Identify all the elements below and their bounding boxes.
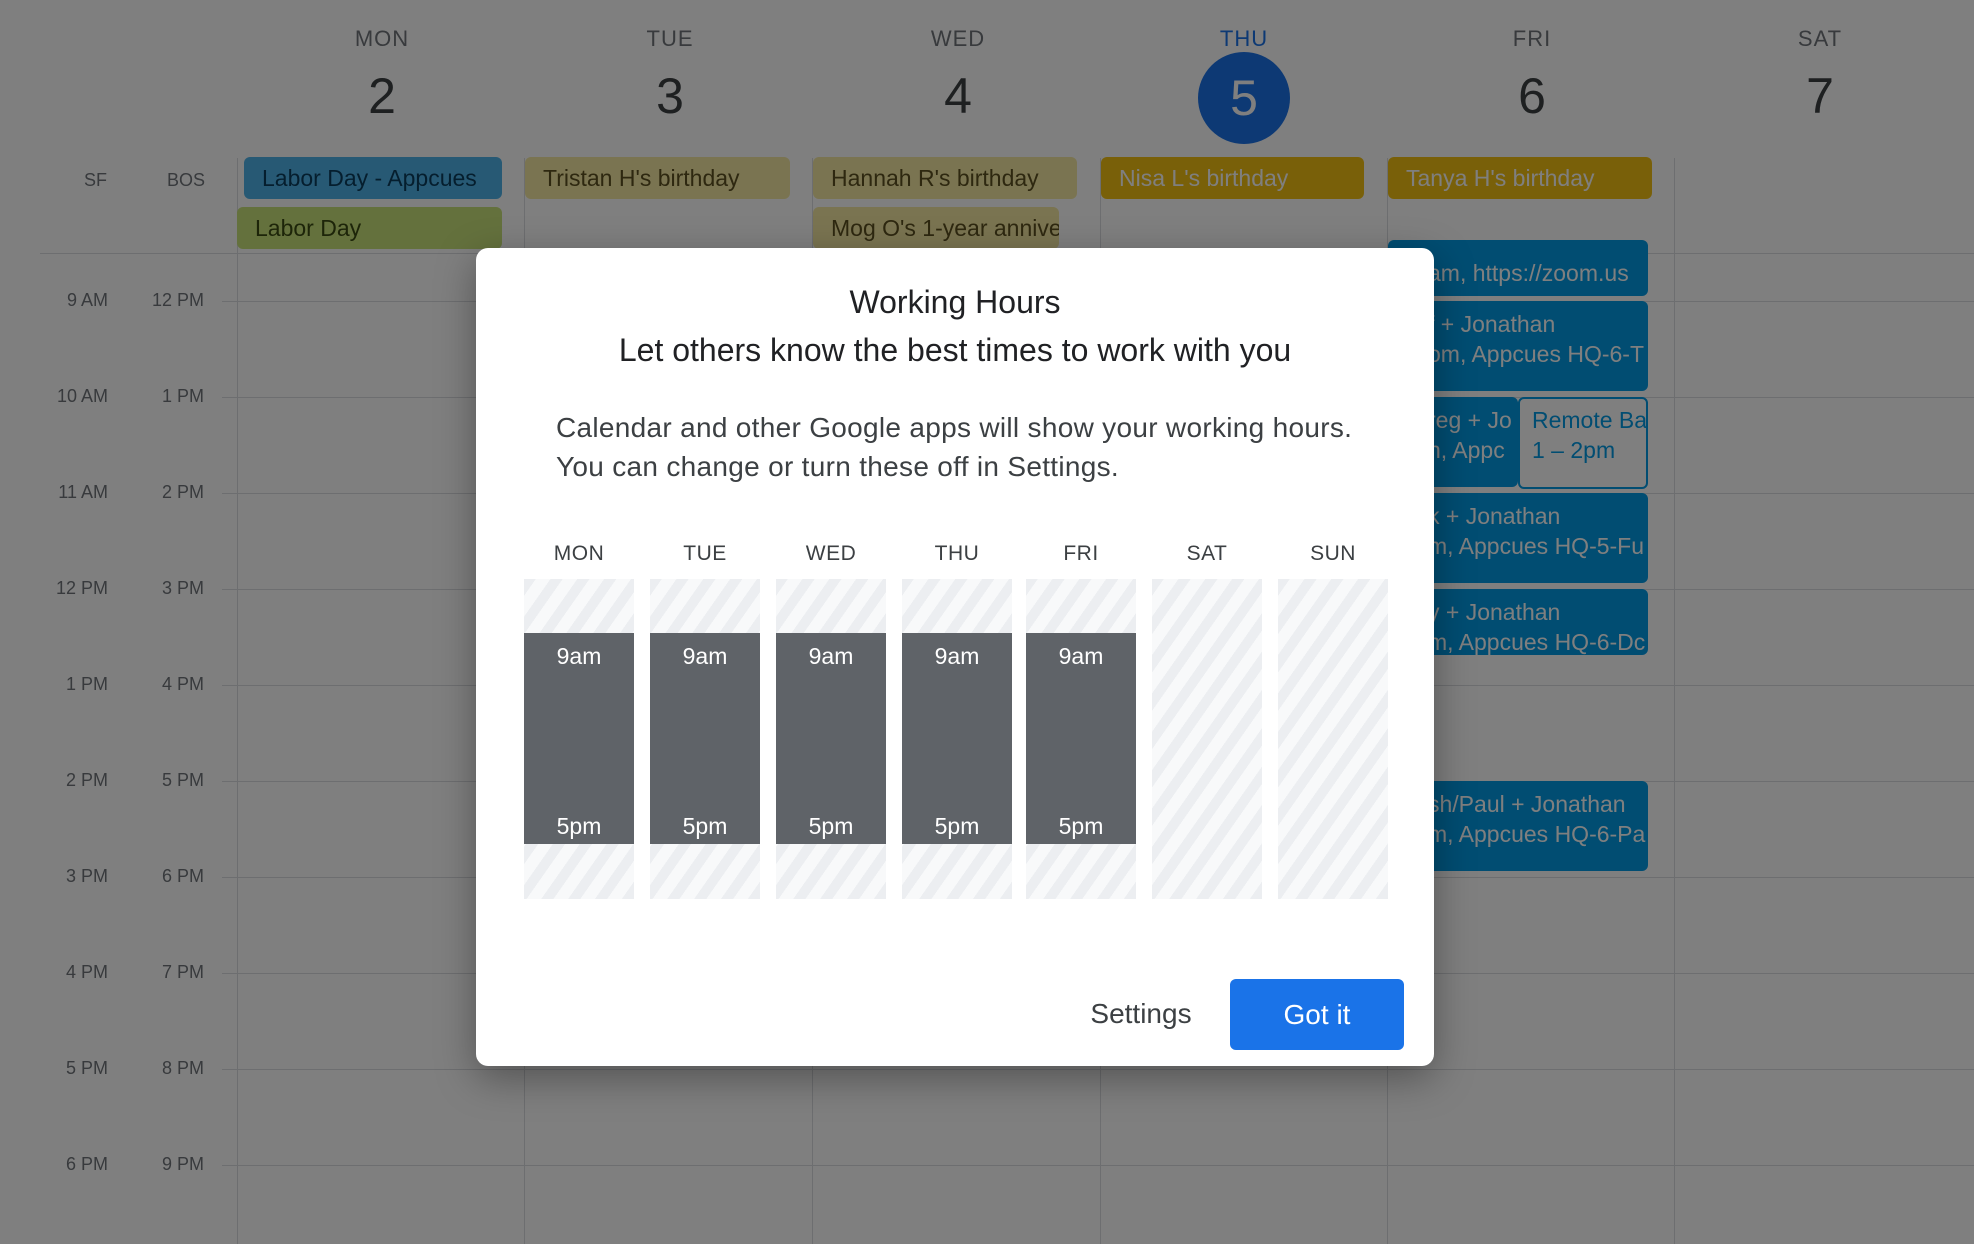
working-day-label: FRI [1063,542,1099,565]
working-hours-block: 9am 5pm [650,633,760,844]
working-start-time: 9am [934,643,980,669]
settings-button[interactable]: Settings [1068,978,1214,1050]
working-end-time: 5pm [556,813,602,839]
working-end-time: 5pm [682,813,728,839]
working-start-time: 9am [1058,643,1104,669]
working-hours-block: 9am 5pm [776,633,886,844]
working-end-time: 5pm [934,813,980,839]
working-start-time: 9am [556,643,602,669]
working-day-label: SUN [1310,542,1356,565]
working-end-time: 5pm [808,813,854,839]
non-working-day-column [1278,579,1388,899]
dialog-title: Working Hours [849,284,1061,320]
got-it-button[interactable]: Got it [1230,979,1404,1050]
working-day-column: 9am 5pm [776,579,886,899]
working-day-label: SAT [1186,542,1228,565]
working-day-label: WED [805,542,857,565]
working-day-label: THU [934,542,980,565]
dialog-body-text: Calendar and other Google apps will show… [556,412,1353,482]
working-day-label: TUE [683,542,727,565]
working-day-column: 9am 5pm [902,579,1012,899]
working-hours-dialog: Working Hours Let others know the best t… [476,248,1434,1066]
working-day-column: 9am 5pm [524,579,634,899]
working-day-label: MON [553,542,605,565]
non-working-day-column [1152,579,1262,899]
working-hours-block: 9am 5pm [524,633,634,844]
dialog-subtitle: Let others know the best times to work w… [618,332,1292,368]
working-hours-block: 9am 5pm [902,633,1012,844]
working-start-time: 9am [808,643,854,669]
working-start-time: 9am [682,643,728,669]
working-hours-block: 9am 5pm [1026,633,1136,844]
working-day-column: 9am 5pm [1026,579,1136,899]
working-end-time: 5pm [1058,813,1104,839]
working-day-column: 9am 5pm [650,579,760,899]
